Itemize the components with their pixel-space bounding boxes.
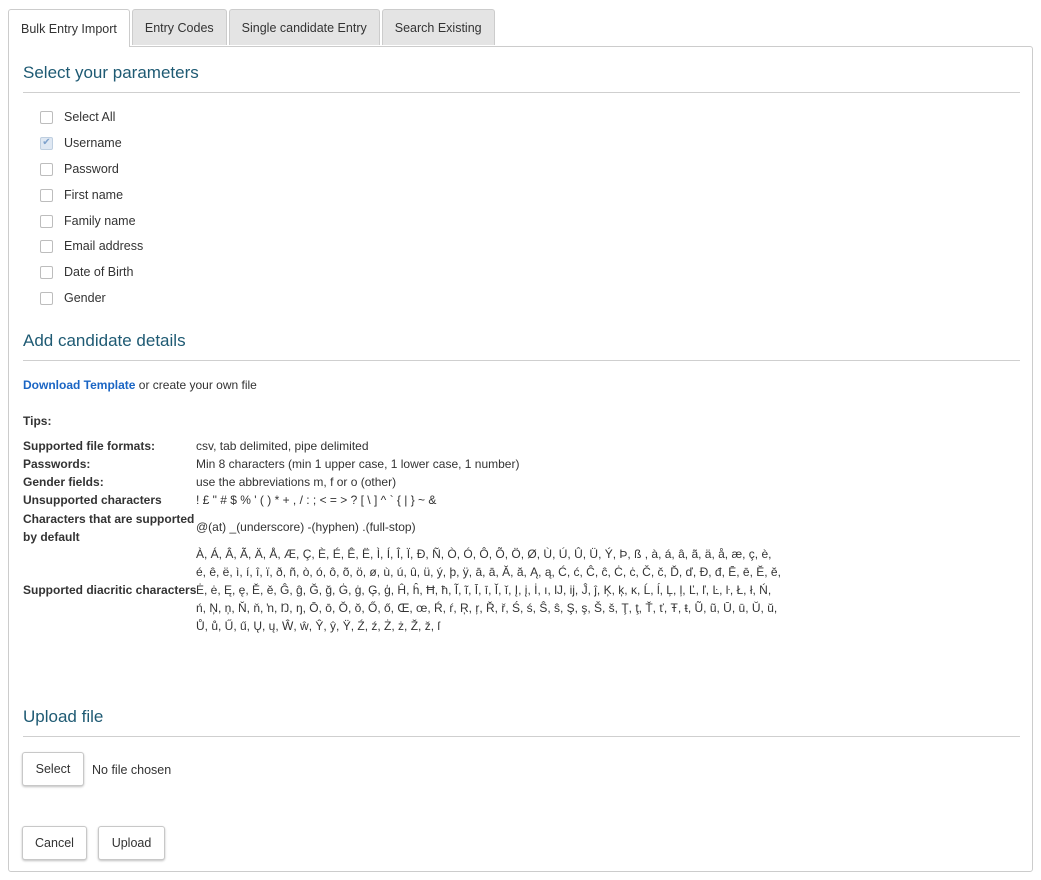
download-template-link[interactable]: Download Template	[23, 378, 135, 392]
tab-bar: Bulk Entry Import Entry Codes Single can…	[8, 9, 497, 47]
date-of-birth-label: Date of Birth	[64, 265, 134, 279]
date-of-birth-option[interactable]: Date of Birth	[40, 262, 133, 282]
tip-label-unsupported-characters: Unsupported characters	[23, 493, 162, 507]
tip-label-gender-fields: Gender fields:	[23, 475, 104, 489]
email-address-label: Email address	[64, 239, 144, 253]
date-of-birth-checkbox[interactable]	[40, 265, 53, 279]
tip-value-file-formats: csv, tab delimited, pipe delimited	[196, 439, 369, 453]
gender-checkbox[interactable]	[40, 291, 53, 305]
family-name-option[interactable]: Family name	[40, 211, 136, 231]
gender-option[interactable]: Gender	[40, 288, 106, 308]
first-name-label: First name	[64, 188, 124, 202]
download-line: Download Template or create your own fil…	[23, 378, 257, 392]
candidate-details-heading: Add candidate details	[23, 331, 1020, 361]
family-name-label: Family name	[64, 214, 136, 228]
tip-label-file-formats: Supported file formats:	[23, 439, 156, 453]
email-address-checkbox[interactable]	[40, 239, 53, 253]
select-all-checkbox[interactable]	[40, 110, 53, 124]
tip-value-unsupported-characters: ! £ " # $ % ' ( ) * + , / : ; < = > ? [ …	[196, 493, 437, 507]
first-name-option[interactable]: First name	[40, 185, 123, 205]
tip-value-passwords: Min 8 characters (min 1 upper case, 1 lo…	[196, 457, 520, 471]
tip-label-diacritic-characters: Supported diacritic characters	[23, 583, 197, 597]
tip-label-passwords: Passwords:	[23, 457, 91, 471]
tip-label-default-characters: Characters that are supported by default	[23, 512, 195, 544]
family-name-checkbox[interactable]	[40, 214, 53, 228]
download-suffix-text: or create your own file	[135, 378, 257, 392]
select-all-label: Select All	[64, 110, 116, 124]
bulk-entry-panel: Select your parameters Select All ✔ User…	[8, 46, 1033, 872]
checkmark-icon: ✔	[42, 137, 51, 148]
email-address-option[interactable]: Email address	[40, 236, 143, 256]
password-checkbox[interactable]	[40, 162, 53, 176]
gender-label: Gender	[64, 291, 106, 305]
username-option[interactable]: ✔ Username	[40, 133, 122, 153]
password-label: Password	[64, 162, 119, 176]
tip-value-gender-fields: use the abbreviations m, f or o (other)	[196, 475, 397, 489]
tip-value-diacritic-characters: À, Á, Â, Ã, Ä, Å, Æ, Ç, È, É, Ê, Ë, Ì, Í…	[196, 547, 781, 633]
select-all-option[interactable]: Select All	[40, 107, 115, 127]
parameters-heading: Select your parameters	[23, 63, 1020, 93]
tab-entry-codes[interactable]: Entry Codes	[131, 9, 227, 45]
cancel-button[interactable]: Cancel	[22, 826, 87, 860]
tip-value-default-characters: @(at) _(underscore) -(hyphen) .(full-sto…	[196, 520, 416, 534]
password-option[interactable]: Password	[40, 159, 119, 179]
username-label: Username	[64, 136, 122, 150]
upload-heading: Upload file	[23, 707, 1020, 737]
tab-single-candidate-entry[interactable]: Single candidate Entry	[228, 9, 380, 45]
first-name-checkbox[interactable]	[40, 188, 53, 202]
username-checkbox[interactable]: ✔	[40, 136, 53, 150]
tips-title: Tips:	[23, 414, 52, 428]
upload-button[interactable]: Upload	[98, 826, 165, 860]
select-file-button[interactable]: Select	[22, 752, 84, 786]
tab-bulk-entry-import[interactable]: Bulk Entry Import	[8, 9, 130, 47]
tab-search-existing[interactable]: Search Existing	[381, 9, 495, 45]
file-status-text: No file chosen	[92, 763, 172, 777]
